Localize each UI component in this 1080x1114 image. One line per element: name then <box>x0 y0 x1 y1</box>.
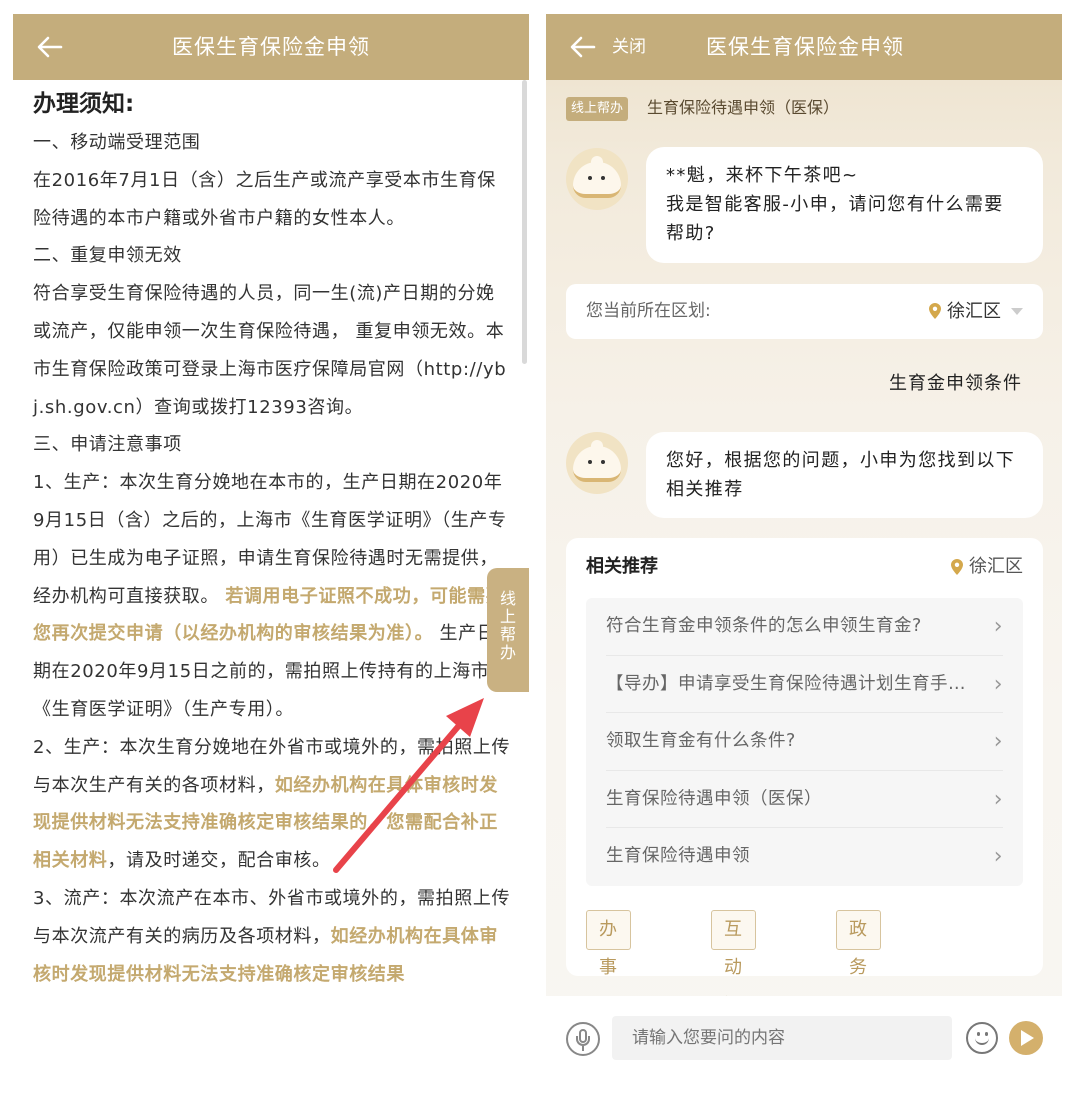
notice-body: 一、移动端受理范围 在2016年7月1日（含）之后生产或流产享受本市生育保险待遇… <box>33 124 511 993</box>
help-char: 线 <box>499 589 516 608</box>
chevron-right-icon: › <box>993 786 1003 812</box>
notice-paragraph-5: 3、流产：本次流产在本市、外省市或境外的，需拍照上传与本次流产有关的病历及各项材… <box>33 880 511 993</box>
recommendation-title: 相关推荐 <box>586 556 658 577</box>
chevron-right-icon: › <box>993 614 1003 639</box>
recommendation-item[interactable]: 符合生育金申领条件的怎么申领生育金? › <box>606 598 1003 656</box>
microphone-icon[interactable] <box>566 1022 600 1056</box>
greeting-line: **魁，来杯下午茶吧~ <box>666 165 859 186</box>
notice-text: ，请及时递交，配合审核。 <box>107 850 331 872</box>
bot-avatar <box>566 432 628 494</box>
recommendation-label: 生育保险待遇申领（医保） <box>606 788 822 809</box>
right-header: 关闭 医保生育保险金申领 <box>546 14 1062 80</box>
left-screen: 医保生育保险金申领 办理须知: 一、移动端受理范围 在2016年7月1日（含）之… <box>13 14 529 1114</box>
service-title: 生育保险待遇申领（医保） <box>647 98 840 117</box>
notice-heading-3: 三、申请注意事项 <box>33 434 182 456</box>
recommendation-label: 生育保险待遇申领 <box>606 846 750 867</box>
notice-paragraph-1: 在2016年7月1日（含）之后生产或流产享受本市生育保险待遇的本市户籍或外省市户… <box>33 169 496 229</box>
recommendation-item[interactable]: 【导办】申请享受生育保险待遇计划生育手术医疗费 › <box>606 656 1003 714</box>
chat-input-bar <box>546 996 1062 1114</box>
location-pin-icon <box>929 303 941 319</box>
online-help-tab[interactable]: 线 上 帮 办 <box>487 568 529 692</box>
service-button[interactable]: 办事服务 <box>586 910 631 1054</box>
recommendation-item[interactable]: 领取生育金有什么条件? › <box>606 713 1003 771</box>
recommendation-card: 相关推荐 徐汇区 符合生育金申领条件的怎么申领生育金? › 【导办】申请享受生育保… <box>566 538 1043 1054</box>
send-button[interactable] <box>1009 1021 1043 1055</box>
region-value: 徐汇区 <box>947 301 1001 322</box>
right-screen: 关闭 医保生育保险金申领 线上帮办 生育保险待遇申领（医保） **魁，来杯下午茶… <box>546 14 1062 1114</box>
region-label: 您当前所在区划: <box>586 301 711 321</box>
chevron-right-icon: › <box>993 844 1003 870</box>
qa-button[interactable]: 互动问答 <box>711 910 756 1054</box>
notice-section: 办理须知: 一、移动端受理范围 在2016年7月1日（含）之后生产或流产享受本市… <box>33 86 511 993</box>
encyclopedia-button[interactable]: 政务百科 <box>836 910 881 1054</box>
back-arrow-icon[interactable] <box>566 30 600 64</box>
help-char: 上 <box>499 607 516 626</box>
notice-title: 办理须知: <box>33 91 135 117</box>
notice-paragraph-4: 2、生产：本次生育分娩地在外省市或境外的，需拍照上传与本次生产有关的各项材料，如… <box>33 729 511 880</box>
scrollbar[interactable] <box>522 80 527 364</box>
user-message: 生育金申领条件 <box>889 373 1022 394</box>
greeting-line: 我是智能客服-小申，请问您有什么需要帮助? <box>666 194 1004 244</box>
notice-heading-2: 二、重复申领无效 <box>33 245 182 267</box>
chevron-right-icon: › <box>993 671 1003 697</box>
recommendation-location: 徐汇区 <box>969 556 1023 577</box>
location-pin-icon <box>951 559 963 575</box>
recommendation-label: 【导办】申请享受生育保险待遇计划生育手术医疗费 <box>606 673 1003 694</box>
page-title: 医保生育保险金申领 <box>706 35 904 59</box>
chevron-right-icon: › <box>993 729 1003 755</box>
help-char: 帮 <box>499 625 516 644</box>
service-bar: 线上帮办 生育保险待遇申领（医保） <box>546 92 1062 122</box>
recommendation-label: 领取生育金有什么条件? <box>606 731 796 752</box>
dropdown-caret-icon <box>1011 308 1023 315</box>
bot-greeting-bubble: **魁，来杯下午茶吧~ 我是智能客服-小申，请问您有什么需要帮助? <box>646 147 1043 263</box>
emoji-icon[interactable] <box>966 1022 998 1054</box>
online-help-badge: 线上帮办 <box>566 97 629 121</box>
recommendation-item[interactable]: 生育保险待遇申领（医保） › <box>606 771 1003 829</box>
bun-mascot-icon <box>573 440 621 482</box>
notice-paragraph-3: 1、生产：本次生育分娩地在本市的，生产日期在2020年9月15日（含）之后的，上… <box>33 464 511 729</box>
help-char: 办 <box>499 643 516 662</box>
notice-heading-1: 一、移动端受理范围 <box>33 132 201 153</box>
recommendation-list: 符合生育金申领条件的怎么申领生育金? › 【导办】申请享受生育保险待遇计划生育手术… <box>586 598 1023 886</box>
bot-avatar <box>566 148 628 210</box>
bot-reply-bubble: 您好，根据您的问题，小申为您找到以下相关推荐 <box>646 432 1043 518</box>
region-selector[interactable]: 您当前所在区划: 徐汇区 <box>566 284 1043 339</box>
left-header: 医保生育保险金申领 <box>13 14 529 80</box>
chat-input[interactable] <box>612 1016 952 1060</box>
close-button[interactable]: 关闭 <box>612 14 646 80</box>
page-title: 医保生育保险金申领 <box>172 35 370 59</box>
bun-mascot-icon <box>573 156 621 198</box>
recommendation-label: 符合生育金申领条件的怎么申领生育金? <box>606 616 922 636</box>
recommendation-item[interactable]: 生育保险待遇申领 › <box>606 828 1003 886</box>
notice-paragraph-2: 符合享受生育保险待遇的人员，同一生(流)产日期的分娩或流产，仅能申领一次生育保险… <box>33 283 507 418</box>
